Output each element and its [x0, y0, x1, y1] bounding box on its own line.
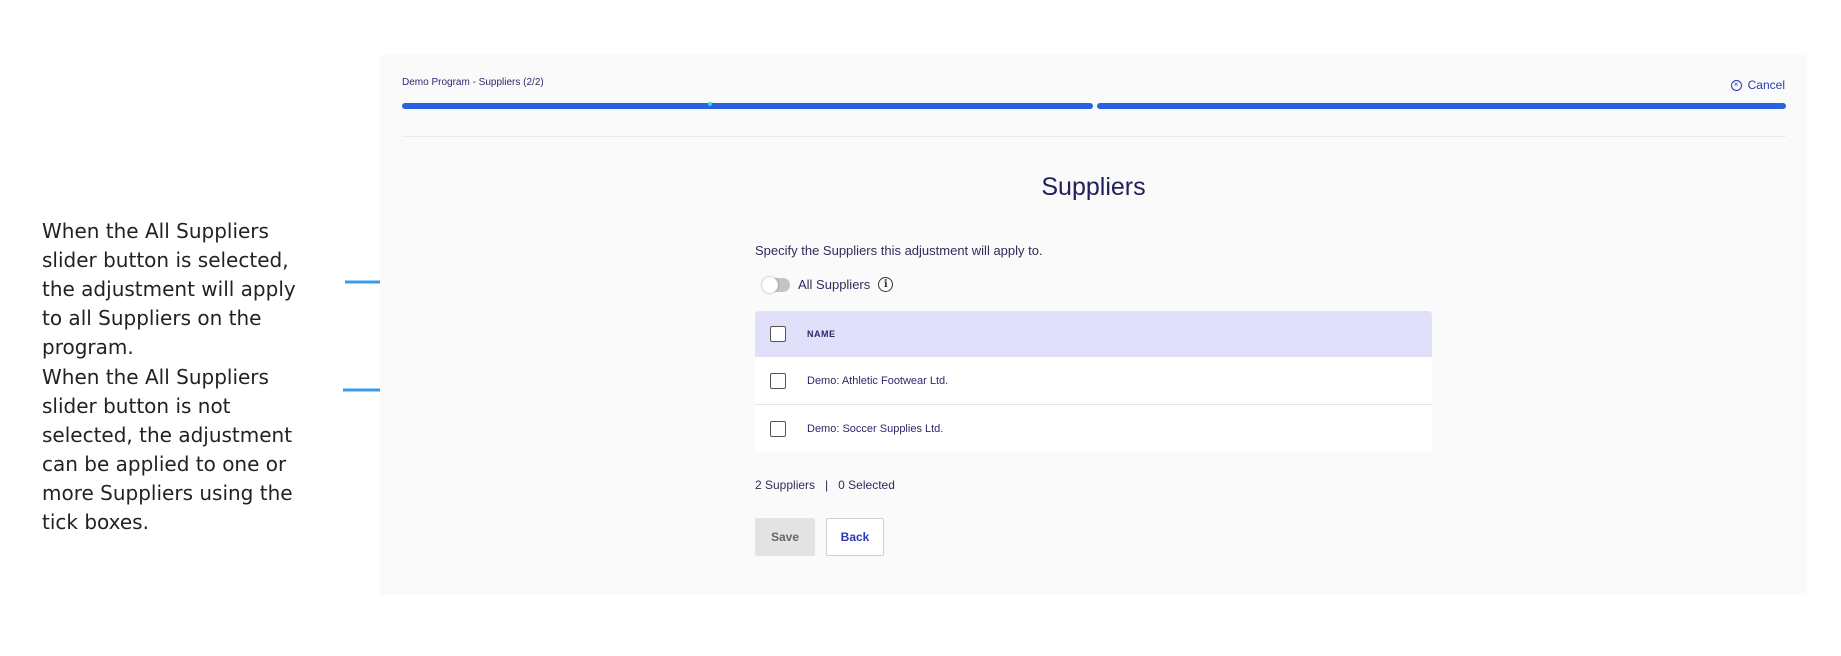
progress-step-2 [1097, 103, 1786, 109]
page-title: Suppliers [1041, 173, 1146, 201]
cancel-label: Cancel [1747, 78, 1785, 92]
close-circle-icon: × [1730, 79, 1742, 91]
all-suppliers-row: All Suppliers i [762, 276, 894, 293]
annotation-all-suppliers-selected: When the All Suppliers slider button is … [42, 219, 296, 359]
annotation-all-suppliers-not-selected: When the All Suppliers slider button is … [42, 365, 293, 534]
header-divider [402, 136, 1786, 137]
summary-separator: | [825, 478, 829, 492]
selected-count: 0 Selected [838, 478, 895, 492]
progress-bar [402, 102, 1786, 109]
supplier-count: 2 Suppliers [755, 478, 816, 492]
supplier-name: Demo: Athletic Footwear Ltd. [807, 374, 949, 387]
row-checkbox[interactable] [770, 420, 786, 437]
step-title: Demo Program - Suppliers (2/2) [402, 77, 544, 88]
table-row: Demo: Athletic Footwear Ltd. [755, 357, 1432, 405]
progress-step-1 [402, 103, 1093, 109]
back-button[interactable]: Back [826, 518, 884, 556]
column-header-name: NAME [807, 329, 836, 339]
suppliers-wizard-panel: Demo Program - Suppliers (2/2) × Cancel … [380, 55, 1807, 595]
supplier-name: Demo: Soccer Supplies Ltd. [807, 422, 944, 435]
row-checkbox[interactable] [770, 372, 786, 389]
info-icon[interactable]: i [878, 277, 894, 292]
table-header: NAME [755, 311, 1432, 357]
progress-marker [708, 102, 712, 106]
all-suppliers-label: All Suppliers [798, 277, 871, 292]
save-button[interactable]: Save [755, 518, 815, 556]
cancel-button[interactable]: × Cancel [1730, 78, 1785, 92]
select-all-checkbox[interactable] [770, 326, 786, 342]
all-suppliers-toggle[interactable] [762, 276, 790, 293]
instruction-text: Specify the Suppliers this adjustment wi… [755, 243, 1043, 258]
suppliers-table: NAME Demo: Athletic Footwear Ltd. Demo: … [755, 311, 1432, 452]
selection-summary: 2 Suppliers | 0 Selected [755, 478, 895, 492]
table-row: Demo: Soccer Supplies Ltd. [755, 405, 1432, 452]
